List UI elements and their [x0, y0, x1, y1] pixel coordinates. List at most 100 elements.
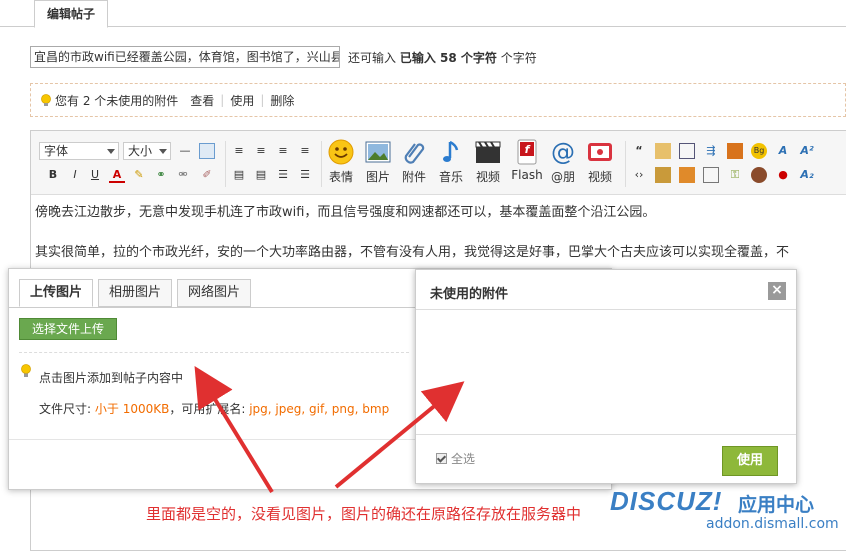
tab-upload-image[interactable]: 上传图片	[19, 279, 94, 307]
index-icon[interactable]	[703, 167, 719, 183]
box-icon[interactable]	[727, 143, 743, 159]
clapperboard-icon	[475, 141, 501, 163]
flash-icon: f	[517, 139, 537, 165]
divider: |	[220, 93, 225, 107]
font-color-icon[interactable]: A	[109, 167, 125, 183]
watermark-cn: 应用中心	[738, 494, 815, 516]
font-select[interactable]: 字体	[39, 142, 119, 160]
divider	[225, 141, 226, 187]
ext-list: jpg, jpeg, gif, png, bmp	[249, 402, 390, 416]
float-left-icon[interactable]: ▤	[231, 167, 247, 183]
emoticon-label: 表情	[328, 170, 353, 184]
music-button[interactable]: 音乐	[434, 139, 468, 191]
music-label: 音乐	[438, 170, 463, 184]
media-icon[interactable]	[751, 167, 767, 183]
use-attachments-link[interactable]: 使用	[230, 92, 254, 109]
divider: |	[260, 93, 265, 107]
size-prefix: 文件尺寸:	[39, 402, 92, 416]
justify-icon[interactable]: ≡	[297, 143, 313, 159]
music-note-icon	[443, 140, 459, 162]
video-label: 视频	[475, 170, 500, 184]
subscript-icon[interactable]: A₂	[799, 167, 815, 183]
highlight-icon[interactable]: ✎	[131, 167, 147, 183]
content-paragraph: 其实很简单，拉的个市政光纤，安的一个大功率路由器，不管有没有人用，我觉得这是好事…	[35, 245, 790, 260]
horizontal-rule-icon[interactable]: —	[177, 143, 193, 159]
qq-icon[interactable]: ●	[775, 167, 791, 183]
font-size-select[interactable]: 大小	[123, 142, 171, 160]
ordered-list-icon[interactable]: ☰	[275, 167, 291, 183]
unused-attachments-dialog: 未使用的附件 × 全选 使用	[415, 269, 797, 484]
superscript-icon[interactable]: A²	[799, 143, 815, 159]
quote-icon[interactable]: “	[631, 143, 647, 159]
select-all-checkbox[interactable]: 全选	[436, 450, 475, 467]
image-button[interactable]: 图片	[361, 139, 395, 191]
lightbulb-icon	[41, 93, 51, 106]
dialog-title: 未使用的附件	[430, 287, 509, 302]
table-icon[interactable]	[199, 143, 215, 159]
lightbulb-icon	[21, 364, 31, 377]
float-right-icon[interactable]: ▤	[253, 167, 269, 183]
unlink-icon[interactable]: ⚮	[175, 167, 191, 183]
align-left-icon[interactable]: ≡	[231, 143, 247, 159]
video-button[interactable]: 视频	[471, 139, 505, 191]
font-style-icon[interactable]: A	[775, 143, 791, 159]
flash-label: Flash	[511, 168, 543, 182]
select-all-label: 全选	[451, 452, 476, 466]
content-paragraph: 傍晚去江边散步，无意中发现手机连了市政wifi，而且信号强度和网速都还可以，基本…	[35, 205, 656, 220]
font-select-label: 字体	[44, 144, 69, 158]
smiley-icon	[328, 139, 354, 165]
image-icon	[365, 141, 391, 163]
video2-button[interactable]: 视频	[583, 139, 617, 191]
discuz-logo: DISCUZ!	[610, 486, 723, 516]
at-icon: @	[551, 139, 575, 165]
tab-edit-post[interactable]: 编辑帖子	[34, 0, 109, 28]
unused-attachments-bar: 您有 2 个未使用的附件 查看 | 使用 | 删除	[30, 83, 846, 117]
watermark-url: addon.dismall.com	[706, 516, 839, 532]
clear-format-icon[interactable]: ✐	[199, 167, 215, 183]
title-row: 宜昌的市政wifi已经覆盖公园，体育馆，图书馆了，兴山县 还可输入 已输入 58…	[30, 46, 537, 68]
editor-toolbar: 字体 大小 — B I U A ✎ ⚭ ⚮ ✐ ≡ ≡ ≡ ≡ ▤ ▤ ☰ ☰	[31, 131, 846, 195]
code-icon[interactable]: ‹›	[631, 167, 647, 183]
list-icon[interactable]: ⇶	[703, 143, 719, 159]
select-file-upload-button[interactable]: 选择文件上传	[19, 318, 117, 340]
flash-button[interactable]: f Flash	[508, 139, 546, 191]
upload-tip: 点击图片添加到帖子内容中	[39, 371, 184, 385]
checkbox-icon[interactable]	[436, 453, 447, 464]
divider	[321, 141, 322, 187]
italic-icon[interactable]: I	[67, 167, 83, 183]
count-prefix: 还可输入	[348, 50, 397, 65]
attachment-label: 附件	[401, 170, 426, 184]
dialog-tabs: 上传图片 相册图片 网络图片	[19, 279, 256, 307]
bg-icon[interactable]: Bg	[751, 143, 767, 159]
key-icon[interactable]: ⚿	[727, 167, 743, 183]
mention-label: @朋	[550, 170, 575, 184]
bold-icon[interactable]: B	[45, 167, 61, 183]
mention-button[interactable]: @ @朋	[546, 139, 580, 191]
char-count: 还可输入 已输入 58 个字符 个字符	[348, 49, 537, 66]
divider	[625, 141, 626, 187]
tab-album-image[interactable]: 相册图片	[98, 279, 173, 307]
view-attachments-link[interactable]: 查看	[190, 92, 214, 109]
attachment-button[interactable]: 附件	[397, 139, 431, 191]
hide-icon[interactable]	[655, 167, 671, 183]
align-center-icon[interactable]: ≡	[253, 143, 269, 159]
emoticon-button[interactable]: 表情	[324, 139, 358, 191]
download-icon[interactable]	[679, 167, 695, 183]
svg-text:@: @	[551, 139, 575, 165]
unordered-list-icon[interactable]: ☰	[297, 167, 313, 183]
tv-icon	[588, 143, 612, 161]
annotation-text: 里面都是空的，没看见图片，图片的确还在原路径存放在服务器中	[146, 505, 582, 523]
unused-attachments-text: 您有 2 个未使用的附件	[55, 93, 179, 108]
size-limit: 小于 1000KB	[94, 402, 170, 416]
tab-web-image[interactable]: 网络图片	[177, 279, 252, 307]
align-right-icon[interactable]: ≡	[275, 143, 291, 159]
close-icon[interactable]: ×	[768, 282, 786, 300]
free-icon[interactable]	[655, 143, 671, 159]
underline-icon[interactable]: U	[87, 167, 103, 183]
page-break-icon[interactable]	[679, 143, 695, 159]
post-title-input[interactable]: 宜昌的市政wifi已经覆盖公园，体育馆，图书馆了，兴山县	[30, 46, 340, 68]
use-button[interactable]: 使用	[722, 446, 778, 476]
top-tab-bar: 编辑帖子	[0, 0, 846, 28]
link-icon[interactable]: ⚭	[153, 167, 169, 183]
delete-attachments-link[interactable]: 删除	[270, 92, 294, 109]
